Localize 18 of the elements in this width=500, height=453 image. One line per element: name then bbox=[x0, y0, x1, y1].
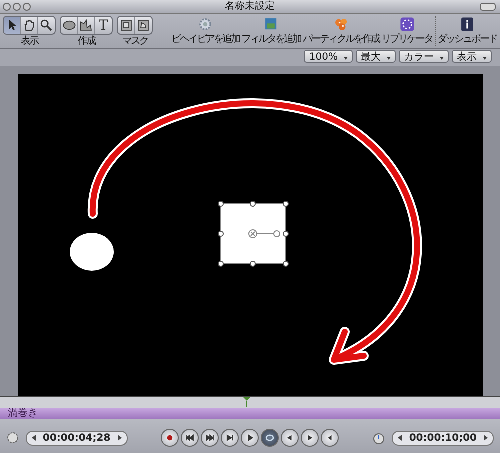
layer-name: 渦巻き bbox=[8, 408, 38, 419]
tool-group-label: マスク bbox=[122, 36, 148, 47]
toolbar-label: フィルタを追加 bbox=[242, 34, 301, 45]
view-dropdown[interactable]: カラー bbox=[399, 50, 449, 63]
toolbar-label: ビヘイビアを追加 bbox=[172, 34, 240, 45]
toolbar-label: リプリケータ bbox=[382, 34, 432, 45]
view-dropdown[interactable]: 100% bbox=[304, 50, 353, 63]
view-dropdown[interactable]: 表示 bbox=[452, 50, 492, 63]
tool-group-label: 表示 bbox=[21, 36, 38, 47]
tool-group-label: 作成 bbox=[78, 36, 95, 47]
layer-bar[interactable]: 渦巻き bbox=[0, 408, 500, 419]
duration-field[interactable]: 00:00:10;00 bbox=[392, 430, 494, 446]
view-dropdown[interactable]: 最大 bbox=[356, 50, 396, 63]
current-time-field[interactable]: 00:00:04;28 bbox=[26, 430, 128, 446]
text-tool[interactable]: T bbox=[95, 17, 112, 34]
toolbar-label: パーティクルを作成 bbox=[303, 34, 380, 45]
window-title: 名称未設定 bbox=[225, 1, 275, 12]
toolbar-label: ダッシュボード bbox=[438, 34, 497, 45]
